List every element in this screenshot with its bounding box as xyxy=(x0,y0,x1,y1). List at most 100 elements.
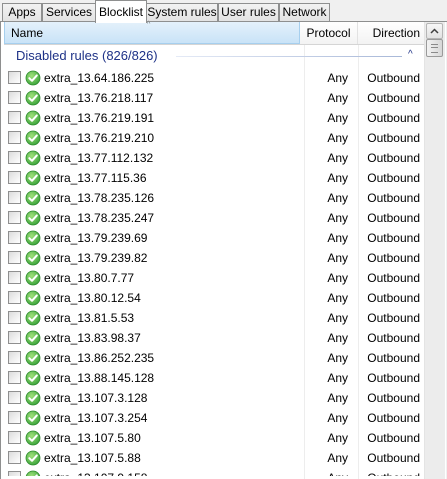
table-row[interactable]: extra_13.76.219.210 Any Outbound xyxy=(4,128,424,148)
column-header-name-label: Name xyxy=(11,26,44,40)
rule-checkbox[interactable] xyxy=(8,331,21,344)
green-check-circle-icon xyxy=(25,70,41,86)
green-check-circle-icon xyxy=(25,150,41,166)
rule-protocol: Any xyxy=(327,231,348,245)
rule-checkbox[interactable] xyxy=(8,291,21,304)
rule-checkbox[interactable] xyxy=(8,131,21,144)
tab-network[interactable]: Network xyxy=(279,3,330,21)
rule-checkbox[interactable] xyxy=(8,111,21,124)
tab-strip: Apps Services Blocklist System rules Use… xyxy=(0,0,447,23)
rule-direction: Outbound xyxy=(367,71,420,85)
rule-name: extra_13.83.98.37 xyxy=(44,331,141,345)
rule-protocol: Any xyxy=(327,331,348,345)
table-row[interactable]: extra_13.83.98.37 Any Outbound xyxy=(4,328,424,348)
tab-blocklist[interactable]: Blocklist xyxy=(95,0,147,23)
column-header-bar: ^ Name Protocol Direction xyxy=(4,21,424,45)
rule-name: extra_13.107.9.158 xyxy=(44,470,147,476)
green-check-circle-icon xyxy=(25,210,41,226)
table-row[interactable]: extra_13.107.5.80 Any Outbound xyxy=(4,428,424,448)
green-check-circle-icon xyxy=(25,270,41,286)
group-separator-line xyxy=(176,56,402,57)
sort-ascending-icon: ^ xyxy=(147,21,151,28)
rule-checkbox[interactable] xyxy=(8,351,21,364)
green-check-circle-icon xyxy=(25,90,41,106)
tab-user-rules[interactable]: User rules xyxy=(218,3,279,21)
rule-name: extra_13.80.12.54 xyxy=(44,291,141,305)
group-header-disabled-rules[interactable]: Disabled rules (826/826) ^ xyxy=(4,46,424,66)
rule-direction: Outbound xyxy=(367,391,420,405)
table-row[interactable]: extra_13.88.145.128 Any Outbound xyxy=(4,368,424,388)
table-row[interactable]: extra_13.76.219.191 Any Outbound xyxy=(4,108,424,128)
column-header-direction[interactable]: Direction xyxy=(358,22,424,44)
table-row[interactable]: extra_13.77.112.132 Any Outbound xyxy=(4,148,424,168)
rule-checkbox[interactable] xyxy=(8,231,21,244)
rule-protocol: Any xyxy=(327,91,348,105)
green-check-circle-icon xyxy=(25,350,41,366)
table-row[interactable]: extra_13.79.239.69 Any Outbound xyxy=(4,228,424,248)
rule-name: extra_13.78.235.126 xyxy=(44,191,155,205)
green-check-circle-icon xyxy=(25,370,41,386)
rule-checkbox[interactable] xyxy=(8,471,21,476)
rule-name: extra_13.79.239.69 xyxy=(44,231,148,245)
rule-protocol: Any xyxy=(327,271,348,285)
column-header-name[interactable]: ^ Name xyxy=(4,21,300,44)
table-row[interactable]: extra_13.80.7.77 Any Outbound xyxy=(4,268,424,288)
rule-protocol: Any xyxy=(327,131,348,145)
rule-direction: Outbound xyxy=(367,331,420,345)
rule-direction: Outbound xyxy=(367,171,420,185)
rule-checkbox[interactable] xyxy=(8,171,21,184)
table-row[interactable]: extra_13.81.5.53 Any Outbound xyxy=(4,308,424,328)
rule-name: extra_13.77.115.36 xyxy=(44,171,147,185)
column-header-protocol[interactable]: Protocol xyxy=(300,22,358,44)
green-check-circle-icon xyxy=(25,390,41,406)
rule-checkbox[interactable] xyxy=(8,151,21,164)
rule-direction: Outbound xyxy=(367,431,420,445)
tab-system-rules[interactable]: System rules xyxy=(146,3,218,21)
rule-checkbox[interactable] xyxy=(8,371,21,384)
table-row[interactable]: extra_13.78.235.247 Any Outbound xyxy=(4,208,424,228)
table-row[interactable]: extra_13.76.218.117 Any Outbound xyxy=(4,88,424,108)
rule-checkbox[interactable] xyxy=(8,271,21,284)
tab-apps[interactable]: Apps xyxy=(2,3,42,21)
table-row[interactable]: extra_13.107.3.254 Any Outbound xyxy=(4,408,424,428)
table-row[interactable]: extra_13.64.186.225 Any Outbound xyxy=(4,68,424,88)
table-row[interactable]: extra_13.107.5.88 Any Outbound xyxy=(4,448,424,468)
rule-direction: Outbound xyxy=(367,271,420,285)
rule-checkbox[interactable] xyxy=(8,451,21,464)
rule-checkbox[interactable] xyxy=(8,411,21,424)
rule-protocol: Any xyxy=(327,351,348,365)
rule-direction: Outbound xyxy=(367,311,420,325)
rule-checkbox[interactable] xyxy=(8,91,21,104)
rule-checkbox[interactable] xyxy=(8,191,21,204)
rule-direction: Outbound xyxy=(367,371,420,385)
table-row[interactable]: extra_13.86.252.235 Any Outbound xyxy=(4,348,424,368)
rule-direction: Outbound xyxy=(367,291,420,305)
table-row[interactable]: extra_13.80.12.54 Any Outbound xyxy=(4,288,424,308)
table-row[interactable]: extra_13.107.3.128 Any Outbound xyxy=(4,388,424,408)
table-row[interactable]: extra_13.77.115.36 Any Outbound xyxy=(4,168,424,188)
rule-checkbox[interactable] xyxy=(8,311,21,324)
scrollbar-thumb[interactable] xyxy=(426,39,443,57)
rule-protocol: Any xyxy=(327,291,348,305)
rule-checkbox[interactable] xyxy=(8,71,21,84)
green-check-circle-icon xyxy=(25,110,41,126)
rule-protocol: Any xyxy=(327,411,348,425)
scroll-up-button[interactable] xyxy=(426,23,443,39)
green-check-circle-icon xyxy=(25,450,41,466)
rule-checkbox[interactable] xyxy=(8,251,21,264)
tab-services[interactable]: Services xyxy=(42,3,96,21)
rule-checkbox[interactable] xyxy=(8,431,21,444)
green-check-circle-icon xyxy=(25,170,41,186)
table-row[interactable]: extra_13.78.235.126 Any Outbound xyxy=(4,188,424,208)
rule-name: extra_13.107.3.128 xyxy=(44,391,148,405)
vertical-scrollbar[interactable] xyxy=(424,22,445,479)
table-row[interactable]: extra_13.107.9.158 Any Outbound xyxy=(4,468,424,476)
rule-name: extra_13.77.112.132 xyxy=(44,151,154,165)
collapse-caret-icon[interactable]: ^ xyxy=(408,48,413,62)
green-check-circle-icon xyxy=(25,330,41,346)
rule-protocol: Any xyxy=(327,151,348,165)
rule-name: extra_13.88.145.128 xyxy=(44,371,155,385)
rule-checkbox[interactable] xyxy=(8,211,21,224)
rule-checkbox[interactable] xyxy=(8,391,21,404)
table-row[interactable]: extra_13.79.239.82 Any Outbound xyxy=(4,248,424,268)
